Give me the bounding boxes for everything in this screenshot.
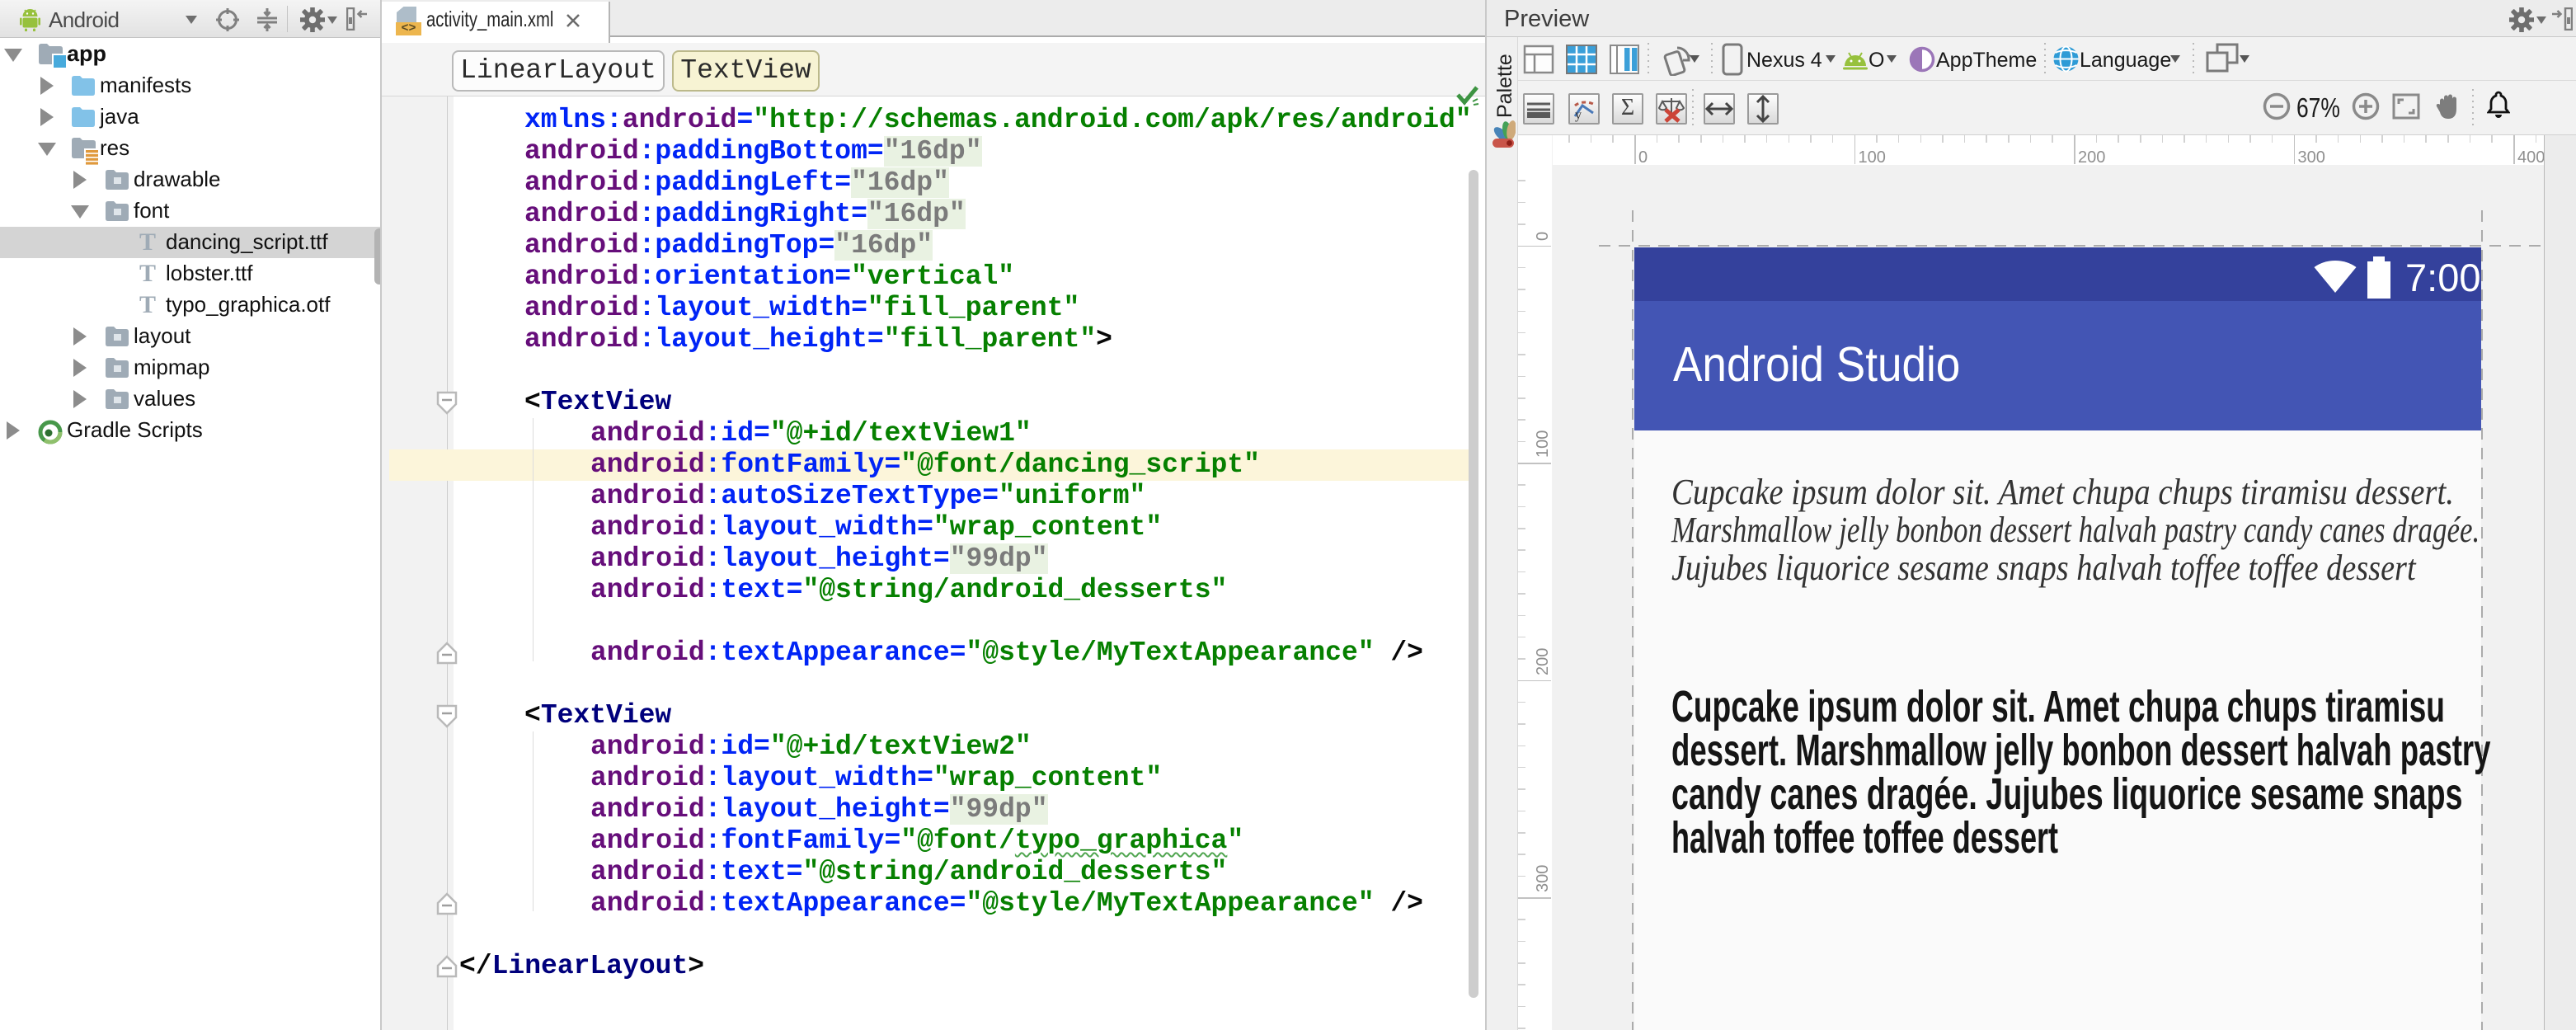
svg-text:y: y (1575, 108, 1582, 122)
